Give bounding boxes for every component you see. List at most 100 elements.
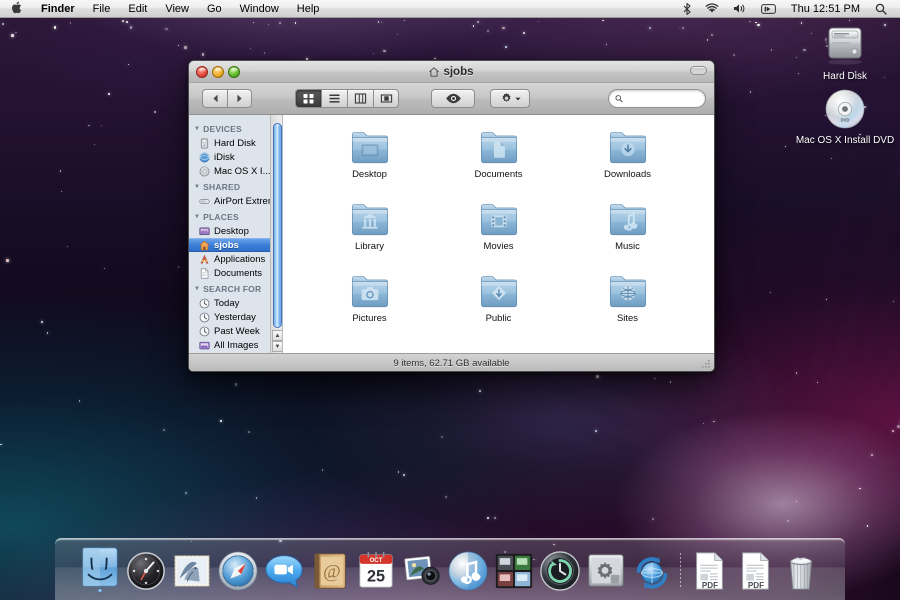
desktop-icon-hard-disk[interactable]: Hard Disk: [799, 22, 891, 82]
sidebar-item-desktop[interactable]: Desktop: [189, 224, 282, 238]
back-arrow-icon[interactable]: [202, 89, 227, 108]
star: [264, 52, 265, 53]
desktop-icon-install-dvd[interactable]: DVD Mac OS X Install DVD: [799, 86, 891, 146]
disclosure-triangle-icon[interactable]: ▼: [194, 286, 200, 292]
dock-item-mail[interactable]: [170, 546, 214, 592]
minimize-button[interactable]: [212, 66, 224, 78]
sidebar-section-header[interactable]: ▼SHARED: [189, 178, 282, 194]
finder-window[interactable]: sjobs: [188, 60, 715, 372]
sidebar-item-airport-extreme[interactable]: AirPort Extreme: [189, 194, 282, 208]
dock-item-system-preferences[interactable]: [584, 546, 628, 592]
menu-bar-clock[interactable]: Thu 12:51 PM: [783, 3, 868, 15]
column-view-button[interactable]: [347, 89, 373, 108]
file-item[interactable]: Sites: [563, 271, 692, 324]
search-input[interactable]: [627, 93, 699, 104]
sidebar-item-idisk[interactable]: iDisk: [189, 150, 282, 164]
file-item[interactable]: Public: [434, 271, 563, 324]
apple-logo-icon[interactable]: [0, 0, 32, 16]
file-item[interactable]: Pictures: [305, 271, 434, 324]
menu-item-finder[interactable]: Finder: [32, 0, 84, 17]
sidebar-scrollbar-thumb[interactable]: [273, 123, 282, 328]
menu-item-edit[interactable]: Edit: [119, 0, 156, 17]
hard-disk-icon: [199, 138, 210, 149]
dock-item-dashboard[interactable]: [124, 546, 168, 592]
icon-view-button[interactable]: [295, 89, 321, 108]
file-item[interactable]: Movies: [434, 199, 563, 252]
sidebar-item-all-images[interactable]: All Images: [189, 338, 282, 352]
sidebar-section-header[interactable]: ▼SEARCH FOR: [189, 280, 282, 296]
dock-item-time-machine[interactable]: [538, 546, 582, 592]
menu-item-file[interactable]: File: [84, 0, 120, 17]
sidebar-section-header[interactable]: ▼PLACES: [189, 208, 282, 224]
trash-icon: [780, 550, 822, 592]
star: [60, 170, 61, 171]
dock-item-trash[interactable]: [779, 546, 823, 592]
star: [0, 444, 1, 445]
action-menu-button[interactable]: [490, 89, 530, 108]
list-view-button[interactable]: [321, 89, 347, 108]
dock-item-itunes[interactable]: [446, 546, 490, 592]
menu-item-help[interactable]: Help: [288, 0, 329, 17]
scroll-up-arrow-icon[interactable]: ▲: [272, 330, 283, 341]
menu-item-view[interactable]: View: [156, 0, 198, 17]
search-icon[interactable]: [868, 0, 894, 17]
wifi-icon[interactable]: [698, 0, 726, 17]
zoom-button[interactable]: [228, 66, 240, 78]
menu-bar-status-area: Thu 12:51 PM: [676, 0, 900, 17]
toolbar-toggle-button[interactable]: [690, 66, 707, 75]
forward-arrow-icon[interactable]: [227, 89, 252, 108]
dock-item-software-update[interactable]: [630, 546, 674, 592]
disclosure-triangle-icon[interactable]: ▼: [194, 214, 200, 220]
star: [47, 332, 49, 334]
clock-icon: [199, 326, 210, 337]
sidebar-item-documents[interactable]: Documents: [189, 266, 282, 280]
window-title-bar[interactable]: sjobs: [189, 61, 714, 83]
file-item[interactable]: Downloads: [563, 127, 692, 180]
finder-icon: [79, 546, 121, 588]
sidebar[interactable]: ▼DEVICESHard DiskiDiskMac OS X I...⏏▼SHA…: [189, 115, 283, 353]
file-item[interactable]: Documents: [434, 127, 563, 180]
dock-item-spaces[interactable]: [492, 546, 536, 592]
sidebar-item-yesterday[interactable]: Yesterday: [189, 310, 282, 324]
coverflow-view-button[interactable]: [373, 89, 399, 108]
sidebar-section-header[interactable]: ▼DEVICES: [189, 120, 282, 136]
dock-item-finder[interactable]: [78, 546, 122, 592]
dock-item-ical[interactable]: OCT25: [354, 546, 398, 592]
file-item[interactable]: Desktop: [305, 127, 434, 180]
dock-item-pdf-document-2[interactable]: PDF: [733, 546, 777, 592]
home-icon: [429, 67, 439, 77]
sidebar-scroll-arrows: ▲ ▼: [272, 330, 283, 352]
menu-bar[interactable]: Finder File Edit View Go Window Help: [0, 0, 900, 18]
dock-item-iphoto[interactable]: [400, 546, 444, 592]
disclosure-triangle-icon[interactable]: ▼: [194, 126, 200, 132]
file-item[interactable]: Library: [305, 199, 434, 252]
quicklook-button[interactable]: [431, 89, 475, 108]
search-field[interactable]: [608, 89, 706, 108]
menu-item-window[interactable]: Window: [231, 0, 288, 17]
dock-item-safari[interactable]: [216, 546, 260, 592]
disclosure-triangle-icon[interactable]: ▼: [194, 184, 200, 190]
dock[interactable]: @OCT25 PDFPDF: [55, 538, 845, 600]
sidebar-item-sjobs[interactable]: sjobs: [189, 238, 282, 252]
bluetooth-icon[interactable]: [676, 0, 698, 17]
sidebar-item-mac-os-x-i[interactable]: Mac OS X I...⏏: [189, 164, 282, 178]
sidebar-scrollbar[interactable]: ▲ ▼: [270, 115, 282, 353]
eject-icon[interactable]: [754, 0, 783, 17]
dock-item-address-book[interactable]: @: [308, 546, 352, 592]
scroll-down-arrow-icon[interactable]: ▼: [272, 341, 283, 352]
resize-grip-icon[interactable]: [700, 358, 712, 370]
sidebar-item-hard-disk[interactable]: Hard Disk: [189, 136, 282, 150]
sidebar-item-past-week[interactable]: Past Week: [189, 324, 282, 338]
sidebar-item-applications[interactable]: Applications: [189, 252, 282, 266]
dock-item-pdf-document-1[interactable]: PDF: [687, 546, 731, 592]
star: [295, 22, 296, 23]
volume-icon[interactable]: [726, 0, 754, 17]
svg-text:DVD: DVD: [841, 118, 850, 123]
file-item[interactable]: Music: [563, 199, 692, 252]
close-button[interactable]: [196, 66, 208, 78]
sidebar-item-today[interactable]: Today: [189, 296, 282, 310]
window-toolbar[interactable]: [189, 83, 714, 115]
file-list-area[interactable]: DesktopDocumentsDownloads LibraryMoviesMu…: [283, 115, 714, 353]
dock-item-ichat[interactable]: [262, 546, 306, 592]
menu-item-go[interactable]: Go: [198, 0, 231, 17]
